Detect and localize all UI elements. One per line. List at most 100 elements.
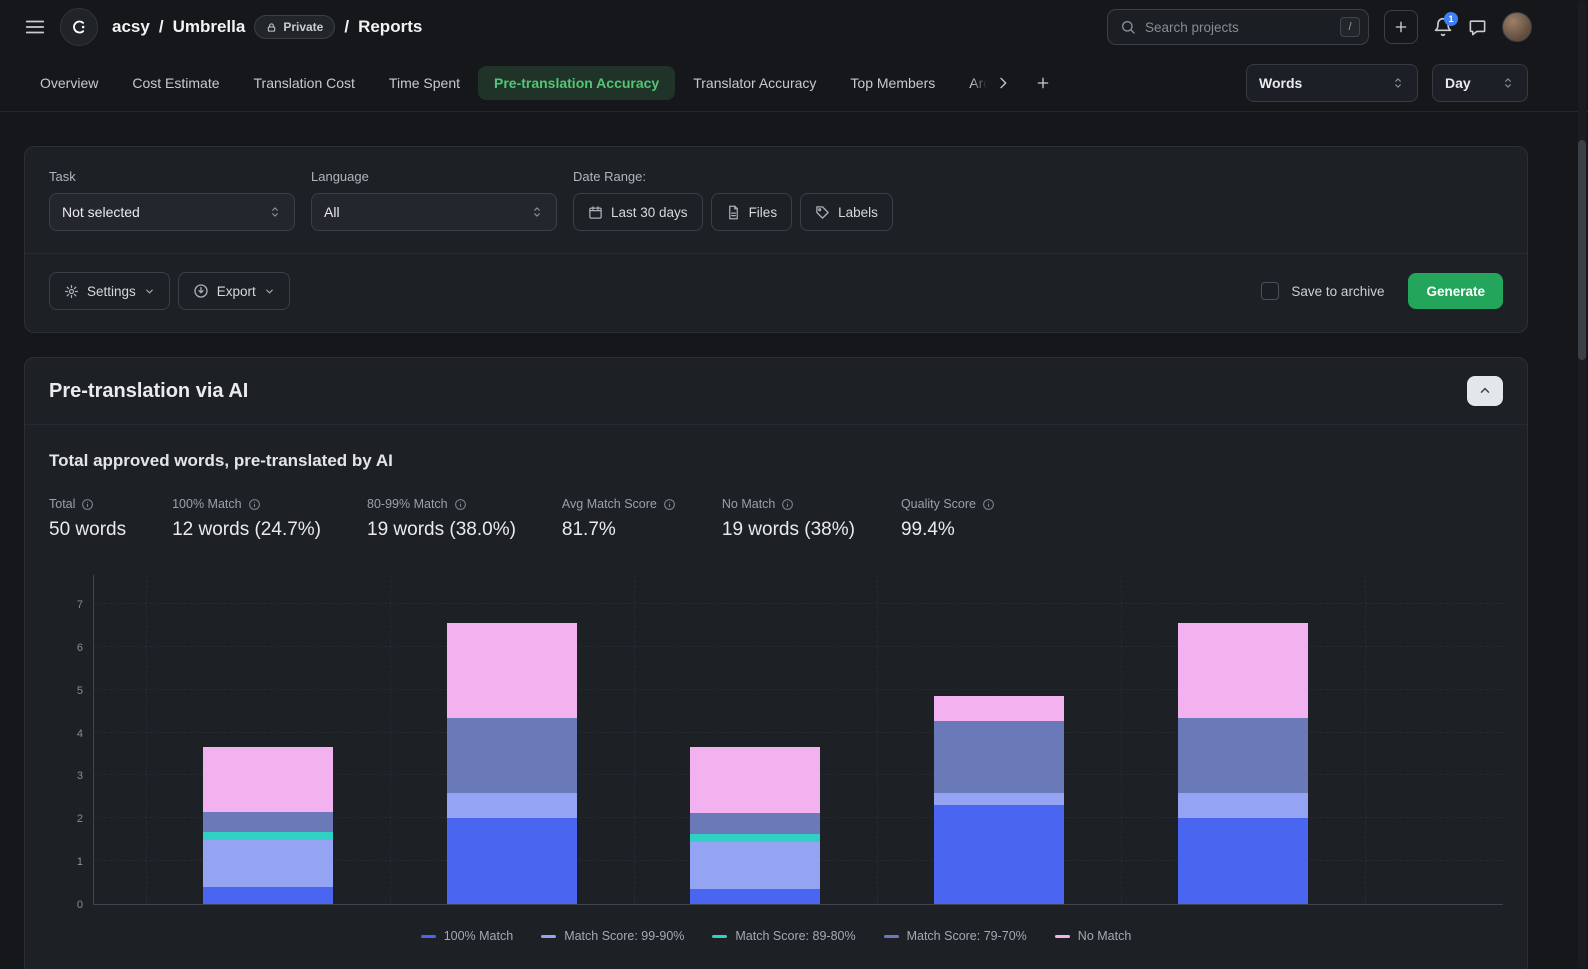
tag-icon: [815, 205, 830, 220]
tab-overflow-fade: [971, 66, 987, 100]
files-filter-button[interactable]: Files: [711, 193, 793, 231]
breadcrumb-page: Reports: [358, 17, 422, 37]
stat-100-match: 100% Match 12 words (24.7%): [172, 497, 321, 541]
bar-segment[interactable]: [934, 721, 1064, 792]
tab-archive-truncated[interactable]: Archive: [953, 66, 987, 100]
info-icon[interactable]: [781, 498, 794, 511]
tab-cost-estimate[interactable]: Cost Estimate: [116, 66, 235, 100]
info-icon[interactable]: [982, 498, 995, 511]
messages-button[interactable]: [1468, 18, 1487, 37]
stacked-bar[interactable]: [934, 696, 1064, 904]
chevron-right-icon: [995, 75, 1011, 91]
stat-80-99-match: 80-99% Match 19 words (38.0%): [367, 497, 516, 541]
user-avatar[interactable]: [1502, 12, 1532, 42]
breadcrumb-project[interactable]: Umbrella: [173, 17, 246, 37]
labels-filter-button[interactable]: Labels: [800, 193, 893, 231]
app-logo[interactable]: [60, 8, 98, 46]
generate-button[interactable]: Generate: [1408, 273, 1503, 309]
period-select[interactable]: Day: [1432, 64, 1528, 102]
legend-item-100-match[interactable]: 100% Match: [421, 929, 513, 943]
date-range-buttons: Last 30 days Files Labels: [573, 193, 893, 231]
bar-segment[interactable]: [203, 747, 333, 813]
bar-segment[interactable]: [1178, 623, 1308, 719]
info-icon[interactable]: [81, 498, 94, 511]
bar-segment[interactable]: [203, 887, 333, 904]
bar-segment[interactable]: [1178, 793, 1308, 819]
tab-overview[interactable]: Overview: [24, 66, 114, 100]
bar-segment[interactable]: [447, 793, 577, 819]
bar-segment[interactable]: [690, 834, 820, 842]
info-icon[interactable]: [248, 498, 261, 511]
bar-segment[interactable]: [690, 889, 820, 904]
stacked-bar-chart: 01234567: [49, 575, 1503, 905]
bar-segment[interactable]: [447, 718, 577, 792]
page-scrollbar[interactable]: [1578, 0, 1586, 969]
search-box[interactable]: /: [1107, 9, 1369, 45]
tab-pre-translation-accuracy[interactable]: Pre-translation Accuracy: [478, 66, 675, 100]
tab-time-spent[interactable]: Time Spent: [373, 66, 476, 100]
tab-translation-cost[interactable]: Translation Cost: [238, 66, 371, 100]
collapse-card-button[interactable]: [1467, 376, 1503, 406]
save-to-archive-label: Save to archive: [1291, 284, 1384, 299]
breadcrumb-org[interactable]: acsy: [112, 17, 150, 37]
tab-top-members[interactable]: Top Members: [834, 66, 951, 100]
bar-segment[interactable]: [934, 696, 1064, 721]
breadcrumb-separator: /: [159, 17, 164, 37]
hamburger-menu-button[interactable]: [24, 16, 46, 38]
export-icon: [193, 283, 209, 299]
bar-segment[interactable]: [690, 842, 820, 889]
stacked-bar[interactable]: [203, 747, 333, 904]
stat-total: Total 50 words: [49, 497, 126, 541]
legend-dash: [421, 935, 436, 938]
y-tick-label: 2: [77, 813, 83, 825]
legend-item-99-90[interactable]: Match Score: 99-90%: [541, 929, 684, 943]
tabs-scroll-right-button[interactable]: [989, 69, 1017, 97]
legend-item-79-70[interactable]: Match Score: 79-70%: [884, 929, 1027, 943]
bar-segment[interactable]: [447, 623, 577, 719]
bar-segment[interactable]: [203, 840, 333, 887]
bar-segment[interactable]: [934, 805, 1064, 904]
stat-quality-score: Quality Score 99.4%: [901, 497, 995, 541]
save-to-archive-checkbox[interactable]: [1261, 282, 1279, 300]
bar-segment[interactable]: [203, 812, 333, 832]
settings-button[interactable]: Settings: [49, 272, 170, 310]
stacked-bar[interactable]: [690, 747, 820, 904]
stats-row: Total 50 words 100% Match 12 words (24.7…: [49, 497, 1503, 541]
report-title: Pre-translation via AI: [49, 380, 248, 403]
y-tick-label: 0: [77, 899, 83, 911]
legend-item-89-80[interactable]: Match Score: 89-80%: [712, 929, 855, 943]
units-select[interactable]: Words: [1246, 64, 1418, 102]
bar-segment[interactable]: [203, 832, 333, 839]
tabbar-controls: Words Day: [1246, 64, 1528, 102]
info-icon[interactable]: [663, 498, 676, 511]
plus-icon: [1035, 75, 1051, 91]
bar-segment[interactable]: [690, 813, 820, 834]
legend-item-no-match[interactable]: No Match: [1055, 929, 1132, 943]
bar-segment[interactable]: [690, 747, 820, 813]
scrollbar-thumb[interactable]: [1578, 140, 1586, 360]
date-range-button[interactable]: Last 30 days: [573, 193, 703, 231]
search-input[interactable]: [1145, 20, 1331, 35]
bar-segment[interactable]: [1178, 718, 1308, 792]
language-select[interactable]: All: [311, 193, 557, 231]
task-select[interactable]: Not selected: [49, 193, 295, 231]
bar-segment[interactable]: [447, 818, 577, 904]
stacked-bar[interactable]: [1178, 623, 1308, 904]
tab-translator-accuracy[interactable]: Translator Accuracy: [677, 66, 832, 100]
language-field: Language All: [311, 169, 557, 231]
lock-icon: [266, 22, 277, 33]
export-button[interactable]: Export: [178, 272, 290, 310]
chat-icon: [1468, 18, 1487, 37]
create-project-button[interactable]: [1384, 10, 1418, 44]
chart-category-cell: [877, 575, 1121, 904]
bar-segment[interactable]: [1178, 818, 1308, 904]
bar-segment[interactable]: [934, 793, 1064, 806]
filters-actions-row: Settings Export Save to archive Generate: [25, 254, 1527, 332]
stacked-bar[interactable]: [447, 623, 577, 904]
y-tick-label: 5: [77, 685, 83, 697]
topbar-actions: / 1: [1107, 9, 1532, 45]
chart-category-cell: [146, 575, 390, 904]
info-icon[interactable]: [454, 498, 467, 511]
notifications-button[interactable]: 1: [1433, 17, 1453, 37]
add-tab-button[interactable]: [1035, 75, 1051, 91]
